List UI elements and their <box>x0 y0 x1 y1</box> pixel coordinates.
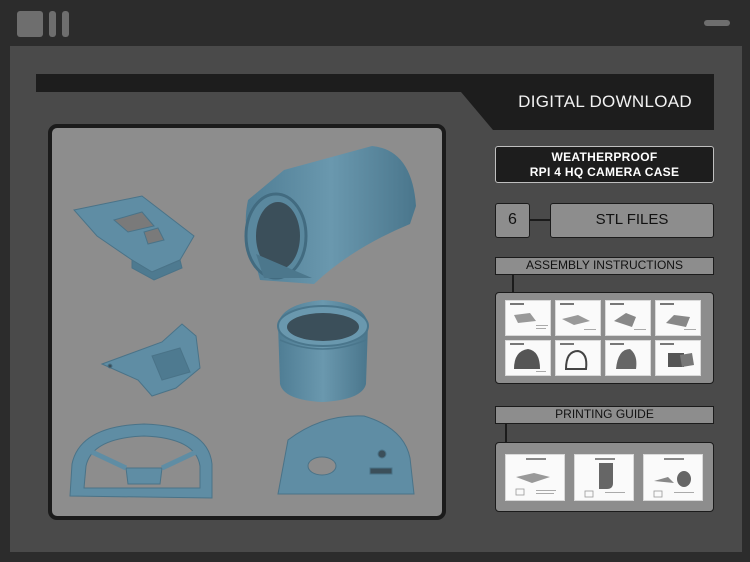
connector-line <box>505 424 507 442</box>
printing-guide-page-thumbnail[interactable] <box>505 454 565 501</box>
assembly-page-thumbnail[interactable] <box>655 300 701 336</box>
file-count-badge: 6 <box>495 203 530 238</box>
window-control-icon[interactable] <box>704 20 730 26</box>
product-title-box: WEATHERPROOF RPI 4 HQ CAMERA CASE <box>495 146 714 183</box>
printing-guide-page-thumbnail[interactable] <box>574 454 634 501</box>
base-plate-part <box>277 415 415 495</box>
content-panel: DIGITAL DOWNLOAD WEATHERPROOF RPI 4 HQ C… <box>10 46 742 552</box>
shield-frame-part <box>69 423 213 499</box>
stl-files-label: STL FILES <box>550 203 714 238</box>
printing-thumbnails-panel <box>495 442 714 512</box>
assembly-page-thumbnail[interactable] <box>555 300 601 336</box>
product-title-line1: WEATHERPROOF <box>551 150 658 164</box>
assembly-page-thumbnail[interactable] <box>655 340 701 376</box>
assembly-instructions-label: ASSEMBLY INSTRUCTIONS <box>495 257 714 275</box>
assembly-page-thumbnail[interactable] <box>605 340 651 376</box>
assembly-page-thumbnail[interactable] <box>555 340 601 376</box>
assembly-page-thumbnail[interactable] <box>505 340 551 376</box>
assembly-page-thumbnail[interactable] <box>605 300 651 336</box>
connector-line <box>512 275 514 293</box>
banner-title: DIGITAL DOWNLOAD <box>518 92 692 111</box>
app-square-icon <box>17 11 43 37</box>
banner: DIGITAL DOWNLOAD <box>36 74 714 130</box>
product-preview-image <box>48 124 446 520</box>
connector-line <box>530 219 550 221</box>
app-bar-icon <box>49 11 56 37</box>
mount-bracket-part <box>100 323 201 397</box>
assembly-thumbnails-panel <box>495 292 714 384</box>
threaded-ring-part <box>277 300 369 402</box>
printing-guide-label: PRINTING GUIDE <box>495 406 714 424</box>
product-title-line2: RPI 4 HQ CAMERA CASE <box>529 165 680 179</box>
camera-hood-part <box>244 146 416 284</box>
window-frame: DIGITAL DOWNLOAD WEATHERPROOF RPI 4 HQ C… <box>0 0 750 562</box>
bracket-plate-part <box>73 195 195 281</box>
printing-guide-page-thumbnail[interactable] <box>643 454 703 501</box>
assembly-page-thumbnail[interactable] <box>505 300 551 336</box>
app-bar-icon <box>62 11 69 37</box>
